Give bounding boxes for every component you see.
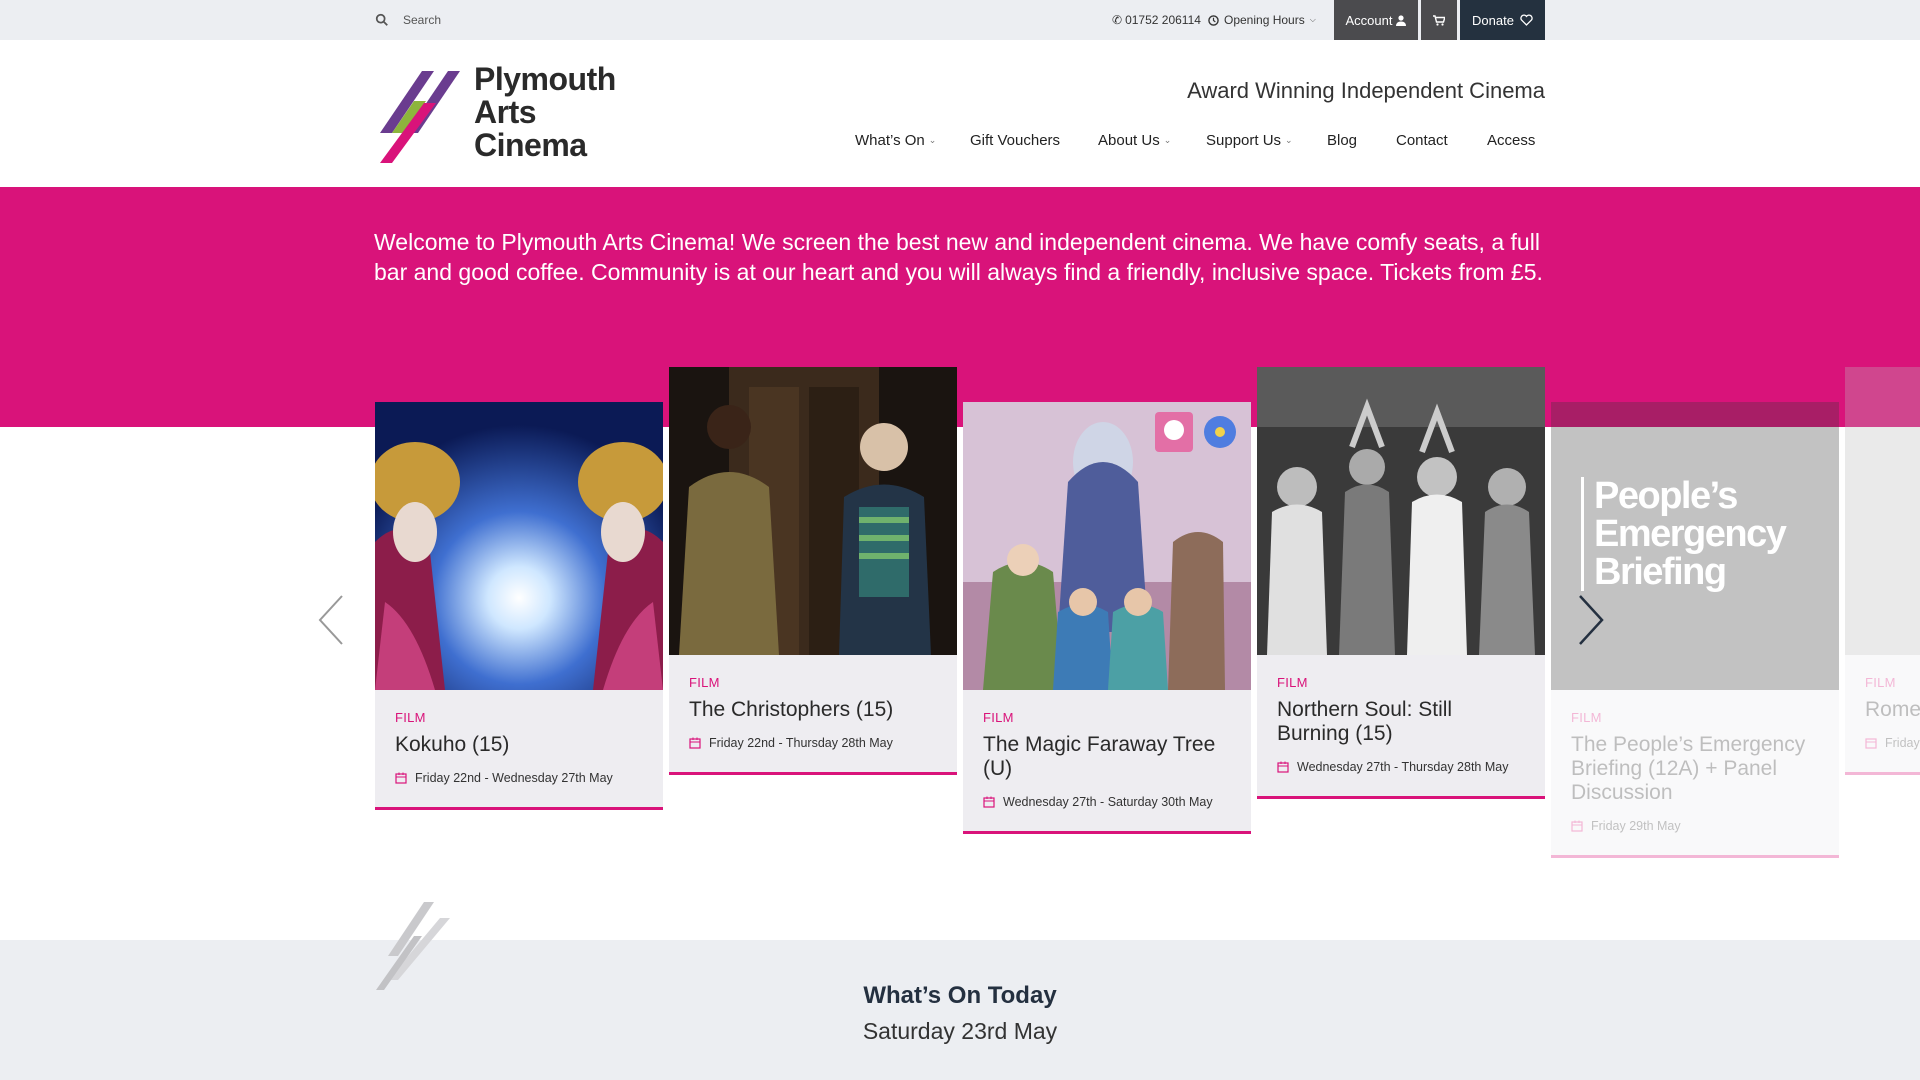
film-title[interactable]: Northern Soul: Still Burning (15) (1277, 698, 1525, 746)
film-title[interactable]: Kokuho (15) (395, 733, 643, 757)
user-icon (1396, 14, 1407, 26)
nav-label: Gift Vouchers (970, 131, 1061, 149)
nav-item-whats-on[interactable]: What’s On ⌄ (855, 128, 936, 152)
nav-item-contact[interactable]: Contact (1396, 128, 1448, 152)
film-dates: Wednesday 27th - Thursday 28th May (1277, 760, 1525, 774)
logo-line-2: Arts (474, 94, 537, 130)
whats-on-today-section: What’s On Today Saturday 23rd May (0, 902, 1920, 1080)
site-logo[interactable]: Plymouth Arts Cinema (376, 63, 621, 163)
film-dates: Friday 29th May (1571, 819, 1819, 833)
phone-number: 01752 206114 (1125, 13, 1201, 27)
opening-hours-dropdown[interactable]: Opening Hours ⌵ (1208, 0, 1316, 40)
nav-label: Support Us (1206, 131, 1282, 149)
account-button[interactable]: Account (1334, 0, 1418, 40)
chevron-down-icon: ⌄ (1285, 134, 1293, 145)
nav-item-access[interactable]: Access (1487, 128, 1535, 152)
logo-line-1: Plymouth (474, 61, 616, 97)
nav-item-gift-vouchers[interactable]: Gift Vouchers (970, 128, 1060, 152)
film-category: FILM (983, 710, 1014, 725)
film-dates: Wednesday 27th - Saturday 30th May (983, 795, 1231, 809)
logo-line-3: Cinema (474, 127, 587, 163)
film-category: FILM (1277, 675, 1308, 690)
account-label: Account (1345, 12, 1393, 28)
cart-button[interactable] (1421, 0, 1457, 40)
opening-hours-label: Opening Hours (1224, 13, 1305, 27)
carousel-prev-arrow-icon[interactable] (312, 592, 352, 648)
film-card[interactable]: FILM Northern Soul: Still Burning (15) W… (1257, 367, 1545, 799)
nav-item-blog[interactable]: Blog (1327, 128, 1357, 152)
film-carousel: FILM Kokuho (15) Friday 22nd - Wednesday… (0, 0, 1920, 1080)
donate-label: Donate (1472, 12, 1514, 28)
film-poster (1845, 367, 1920, 655)
film-card[interactable]: FILM The Christophers (15) Friday 22nd -… (669, 367, 957, 775)
film-title[interactable]: The People’s Emergency Briefing (12A) + … (1571, 733, 1819, 805)
nav-label: About Us (1098, 131, 1160, 149)
site-tagline: Award Winning Independent Cinema (1187, 78, 1545, 103)
film-dates-text: Wednesday 27th - Saturday 30th May (1003, 795, 1213, 809)
film-category: FILM (395, 710, 426, 725)
calendar-icon (983, 796, 995, 808)
nav-label: Contact (1396, 131, 1448, 149)
decorative-bolt-icon (376, 902, 450, 990)
nav-item-support-us[interactable]: Support Us ⌄ (1206, 128, 1293, 152)
film-poster (375, 402, 663, 690)
chevron-down-icon: ⌄ (928, 134, 937, 145)
film-dates: Friday 22nd - Thursday 28th May (689, 736, 937, 750)
phone-icon: ✆ (1112, 13, 1123, 27)
calendar-icon (1571, 820, 1583, 832)
logo-mark-icon (380, 71, 460, 163)
film-card[interactable]: FILM Rome Friday (1845, 367, 1920, 775)
film-category: FILM (1571, 710, 1602, 725)
utility-bar: Search ✆ 01752 206114 Opening Hours ⌵ Ac… (0, 0, 1920, 40)
search-input[interactable]: Search (403, 13, 441, 27)
film-title[interactable]: Rome (1865, 698, 1920, 722)
search-icon (375, 13, 388, 26)
film-dates-text: Friday 22nd - Wednesday 27th May (415, 771, 613, 785)
film-dates-text: Friday (1885, 736, 1920, 750)
calendar-icon (395, 772, 407, 784)
clock-icon (1208, 14, 1219, 26)
heart-icon (1520, 14, 1533, 26)
film-dates-text: Wednesday 27th - Thursday 28th May (1297, 760, 1509, 774)
phone-link[interactable]: ✆ 01752 206114 (1112, 0, 1201, 40)
film-dates: Friday (1865, 736, 1920, 750)
donate-button[interactable]: Donate (1460, 0, 1545, 40)
film-title[interactable]: The Magic Faraway Tree (U) (983, 733, 1231, 781)
calendar-icon (1277, 761, 1289, 773)
film-poster (1257, 367, 1545, 655)
hero-banner: Welcome to Plymouth Arts Cinema! We scre… (0, 187, 1920, 427)
film-card[interactable]: FILM Kokuho (15) Friday 22nd - Wednesday… (375, 402, 663, 810)
film-title[interactable]: The Christophers (15) (689, 698, 937, 722)
chevron-down-icon: ⌵ (1309, 15, 1316, 24)
film-dates: Friday 22nd - Wednesday 27th May (395, 771, 643, 785)
calendar-icon (689, 737, 701, 749)
film-poster (963, 402, 1251, 690)
carousel-next-arrow-icon[interactable] (1570, 592, 1610, 648)
nav-item-about-us[interactable]: About Us ⌄ (1098, 128, 1171, 152)
film-card[interactable]: FILM The Magic Faraway Tree (U) Wednesda… (963, 402, 1251, 834)
nav-label: What’s On (855, 131, 925, 149)
chevron-down-icon: ⌄ (1163, 134, 1172, 145)
search-box[interactable]: Search (375, 0, 441, 40)
today-date: Saturday 23rd May (862, 1018, 1058, 1044)
film-dates-text: Friday 22nd - Thursday 28th May (709, 736, 893, 750)
calendar-icon (1865, 738, 1877, 749)
nav-label: Access (1487, 131, 1536, 149)
film-category: FILM (1865, 675, 1896, 690)
hero-intro-text: Welcome to Plymouth Arts Cinema! We scre… (374, 229, 1543, 285)
film-poster (669, 367, 957, 655)
section-heading: What’s On Today (863, 982, 1057, 1009)
nav-label: Blog (1327, 131, 1358, 149)
poster-title: People’s Emergency Briefing (1581, 477, 1821, 591)
logo-wordmark: Plymouth Arts Cinema (474, 63, 616, 162)
film-category: FILM (689, 675, 720, 690)
cart-icon (1433, 14, 1445, 26)
film-dates-text: Friday 29th May (1591, 819, 1681, 833)
